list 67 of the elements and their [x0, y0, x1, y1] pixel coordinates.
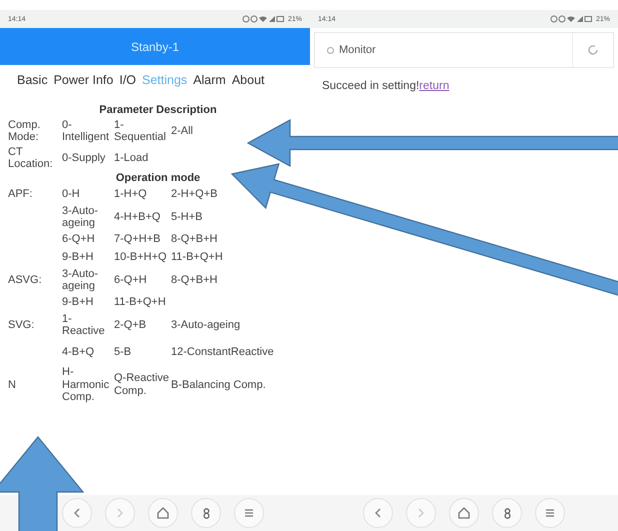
forward-icon — [418, 508, 424, 518]
nav-button[interactable] — [535, 498, 565, 528]
tab[interactable]: Basic — [17, 73, 48, 92]
table-cell-text: 10-B+H+Q — [114, 251, 168, 264]
table-cell-text: 5-B — [114, 346, 132, 358]
table-cell-text: 6-Q+H — [114, 274, 148, 286]
table-cell-text: 0-Supply — [62, 152, 106, 164]
table-cell-text: H-Harmonic Comp. — [62, 366, 110, 404]
address-bar[interactable]: Monitor — [314, 32, 614, 68]
table-cell-text: 1-H+Q — [114, 188, 148, 201]
circle-icon — [327, 46, 334, 54]
nav-button[interactable] — [492, 498, 522, 528]
table-cell-text: 7-Q+H+B — [114, 233, 162, 246]
section-heading: Operation mode — [114, 172, 202, 184]
table-cell-text: 8-Q+B+H — [171, 274, 218, 286]
row-label: SVG: — [8, 318, 36, 332]
table-cell-text: 9-B+H — [62, 251, 94, 264]
table-cell-text: B-Balancing Comp. — [171, 378, 267, 391]
reload-icon[interactable] — [587, 44, 599, 56]
page-name: Monitor — [339, 44, 376, 56]
tab[interactable]: I/O — [119, 73, 136, 92]
row-label: Comp. Mode: — [8, 118, 42, 144]
row-label: N — [8, 378, 17, 391]
table-cell-text: 3-Auto-ageing — [171, 318, 242, 332]
table-cell-text: 0-H — [62, 188, 81, 201]
table-cell-text: 11-B+Q+H — [114, 296, 167, 309]
nav-button[interactable] — [148, 498, 178, 528]
forward-icon — [117, 508, 123, 518]
row-label: ASVG: — [8, 274, 43, 286]
section-heading: Parameter Description — [98, 104, 218, 116]
table-cell-text: Q-Reactive Comp. — [114, 372, 170, 398]
table-cell-text: 5-H+B — [171, 210, 204, 224]
table-cell-text: 6-Q+H — [62, 233, 96, 246]
table-cell-text: 3-Auto-ageing — [62, 204, 100, 230]
menu-icon — [545, 509, 555, 517]
nav-button[interactable] — [449, 498, 479, 528]
screen-title: Stanby-1 — [130, 40, 180, 54]
home-icon — [458, 507, 470, 519]
home-icon — [157, 507, 169, 519]
table-cell-text: 1-Reactive — [62, 312, 106, 338]
table-cell-text: 11-B+Q+H — [171, 251, 224, 264]
back-icon — [375, 508, 381, 518]
table-cell-text: 4-H+B+Q — [114, 210, 162, 224]
menu-icon — [244, 509, 254, 517]
table-cell-text: 2-H+Q+B — [171, 188, 218, 201]
table-cell-text: 2-All — [171, 124, 194, 138]
table-cell-text: 12-ConstantReactive — [171, 346, 275, 358]
table-cell-text: 8-Q+B+H — [171, 233, 218, 246]
table-cell-text: 0-Intelligent — [62, 118, 110, 144]
status-message: Succeed in setting!return — [322, 80, 450, 92]
row-label: CT Location: — [8, 146, 54, 170]
tab[interactable]: Alarm — [193, 73, 226, 92]
table-cell-text: 1-Sequential — [114, 118, 167, 144]
back-icon — [74, 508, 80, 518]
table-cell-text: 9-B+H — [62, 296, 94, 309]
return-link[interactable]: return — [419, 80, 450, 92]
nav-button[interactable] — [191, 498, 221, 528]
table-cell-text: 1-Load — [114, 152, 150, 164]
status-icons — [242, 15, 284, 23]
tab[interactable]: Power Info — [54, 73, 114, 92]
row-label: APF: — [8, 188, 34, 201]
table-cell-text: 4-B+Q — [62, 346, 96, 358]
nav-button[interactable] — [234, 498, 264, 528]
status-icons — [550, 15, 592, 23]
tab[interactable]: About — [232, 73, 265, 92]
table-cell-text: 3-Auto-ageing — [62, 268, 100, 292]
table-cell-text: 2-Q+B — [114, 318, 148, 332]
